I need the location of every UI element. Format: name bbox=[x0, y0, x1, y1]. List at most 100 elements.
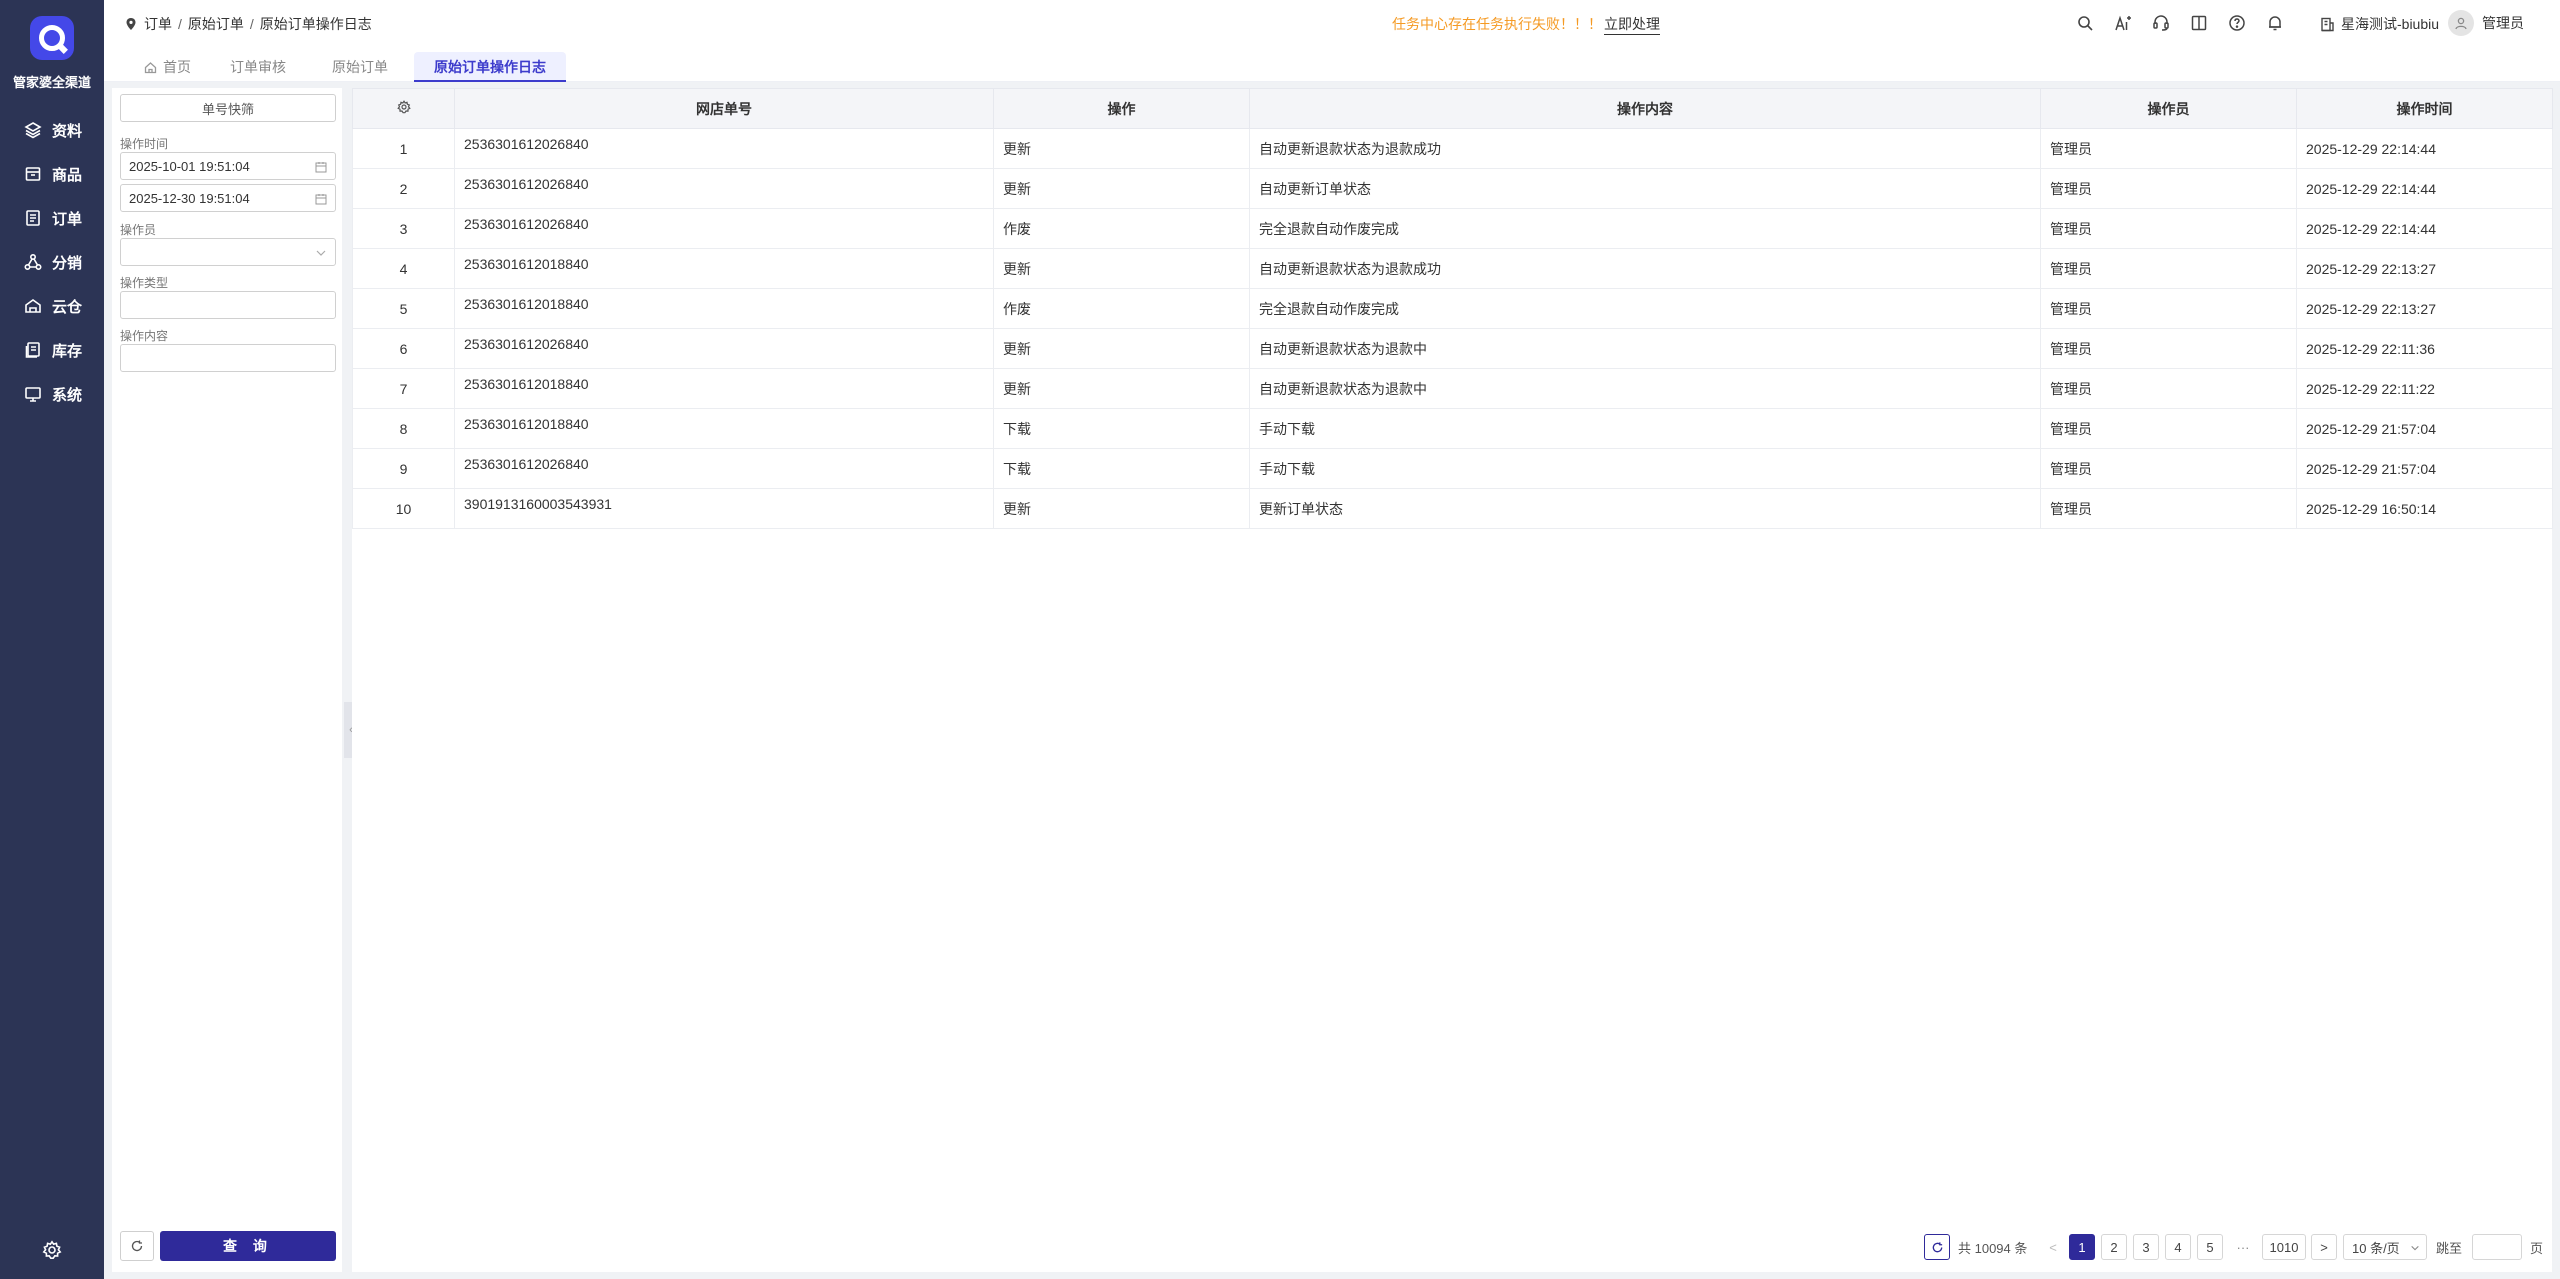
order-number-cell: 2536301612018840 bbox=[454, 248, 994, 289]
tab-raw-orders[interactable]: 原始订单 bbox=[312, 52, 408, 82]
page-button[interactable]: 5 bbox=[2197, 1234, 2223, 1260]
calendar-icon bbox=[315, 194, 327, 205]
operator-cell: 管理员 bbox=[2040, 248, 2297, 289]
nav-item-fenxiao[interactable]: 分销 bbox=[24, 250, 82, 274]
nav-item-ziliao[interactable]: 资料 bbox=[24, 118, 82, 142]
shop-name: 星海测试-biubiu bbox=[2341, 16, 2440, 32]
operator-cell: 管理员 bbox=[2040, 288, 2297, 329]
shop-switcher[interactable]: 星海测试-biubiu bbox=[2320, 14, 2439, 34]
jump-page-input[interactable] bbox=[2472, 1234, 2522, 1260]
main-nav: 管家婆全渠道 资料 商品 订单 分销 云仓 库存 系统 bbox=[0, 0, 104, 1279]
table-row[interactable]: 2 2536301612026840 更新 自动更新订单状态 管理员 2025-… bbox=[352, 168, 2553, 209]
table-row[interactable]: 7 2536301612018840 更新 自动更新退款状态为退款中 管理员 2… bbox=[352, 368, 2553, 409]
order-number-cell: 2536301612026840 bbox=[454, 128, 994, 169]
cloud-warehouse-icon bbox=[25, 299, 41, 313]
page-button[interactable]: 2 bbox=[2101, 1234, 2127, 1260]
column-settings-header[interactable] bbox=[352, 88, 455, 129]
column-header[interactable]: 操作员 bbox=[2040, 88, 2297, 129]
bell-icon[interactable] bbox=[2266, 14, 2284, 32]
calendar-icon bbox=[315, 162, 327, 173]
page-size-value: 10 条/页 bbox=[2352, 1240, 2400, 1256]
tab-home[interactable]: 首页 bbox=[124, 52, 211, 82]
column-header[interactable]: 操作 bbox=[993, 88, 1250, 129]
chevron-down-icon bbox=[316, 250, 326, 256]
page-button[interactable]: 4 bbox=[2165, 1234, 2191, 1260]
operator-cell: 管理员 bbox=[2040, 488, 2297, 529]
reset-button[interactable] bbox=[120, 1231, 154, 1261]
operation-type-input[interactable] bbox=[120, 291, 336, 319]
page-ellipsis[interactable]: ··· bbox=[2230, 1234, 2256, 1260]
operator-label: 操作员 bbox=[120, 223, 157, 237]
refresh-list-button[interactable] bbox=[1924, 1234, 1950, 1260]
order-number-cell: 2536301612018840 bbox=[454, 368, 994, 409]
monitor-icon bbox=[25, 387, 41, 402]
user-menu[interactable]: 管理员 bbox=[2448, 10, 2524, 36]
tab-label: 订单审核 bbox=[230, 59, 286, 75]
quick-filter-button[interactable]: 单号快筛 bbox=[120, 94, 336, 122]
operation-content-input[interactable] bbox=[120, 344, 336, 372]
task-failure-alert: 任务中心存在任务执行失败！！！ bbox=[1392, 16, 1602, 32]
nav-item-xitong[interactable]: 系统 bbox=[24, 382, 82, 406]
ai-icon[interactable] bbox=[2114, 14, 2132, 32]
log-table-panel: 网店单号 操作 操作内容 操作员 操作时间 1 2536301612026840… bbox=[352, 88, 2553, 1272]
app-logo[interactable] bbox=[30, 16, 74, 60]
time-end-value: 2025-12-30 19:51:04 bbox=[129, 190, 250, 206]
book-icon[interactable] bbox=[2190, 14, 2208, 32]
prev-page-button[interactable]: < bbox=[2040, 1234, 2066, 1260]
operator-select[interactable] bbox=[120, 238, 336, 266]
time-start-input[interactable]: 2025-10-01 19:51:04 bbox=[120, 152, 336, 180]
next-page-button[interactable]: > bbox=[2311, 1234, 2337, 1260]
operation-time-cell: 2025-12-29 22:14:44 bbox=[2296, 168, 2553, 209]
operation-content-cell: 更新订单状态 bbox=[1249, 488, 2041, 529]
nav-item-yuncang[interactable]: 云仓 bbox=[24, 294, 82, 318]
row-index: 1 bbox=[352, 128, 455, 169]
time-end-input[interactable]: 2025-12-30 19:51:04 bbox=[120, 184, 336, 212]
page-size-select[interactable]: 10 条/页 bbox=[2343, 1234, 2427, 1260]
search-icon[interactable] bbox=[2076, 14, 2094, 32]
order-icon bbox=[26, 210, 40, 226]
top-bar: 订单 / 原始订单 / 原始订单操作日志 任务中心存在任务执行失败！！！ 立即处… bbox=[104, 0, 2560, 48]
chevron-down-icon bbox=[2411, 1245, 2419, 1251]
row-index: 8 bbox=[352, 408, 455, 449]
table-row[interactable]: 1 2536301612026840 更新 自动更新退款状态为退款成功 管理员 … bbox=[352, 128, 2553, 169]
operator-cell: 管理员 bbox=[2040, 408, 2297, 449]
table-row[interactable]: 9 2536301612026840 下载 手动下载 管理员 2025-12-2… bbox=[352, 448, 2553, 489]
query-button[interactable]: 查 询 bbox=[160, 1231, 336, 1261]
breadcrumb-item[interactable]: 订单 bbox=[144, 14, 172, 34]
package-icon bbox=[25, 167, 41, 181]
settings-gear-icon[interactable] bbox=[42, 1240, 62, 1260]
refresh-icon bbox=[131, 1240, 143, 1252]
headset-icon[interactable] bbox=[2152, 14, 2170, 32]
row-index: 9 bbox=[352, 448, 455, 489]
nav-item-dingdan[interactable]: 订单 bbox=[24, 206, 82, 230]
operation-content-cell: 自动更新退款状态为退款成功 bbox=[1249, 248, 2041, 289]
page-button[interactable]: 3 bbox=[2133, 1234, 2159, 1260]
filter-panel: 单号快筛 操作时间 2025-10-01 19:51:04 2025-12-30… bbox=[112, 88, 342, 1272]
help-icon[interactable] bbox=[2228, 14, 2246, 32]
table-row[interactable]: 10 3901913160003543931 更新 更新订单状态 管理员 202… bbox=[352, 488, 2553, 529]
breadcrumb-item[interactable]: 原始订单 bbox=[188, 14, 244, 34]
table-row[interactable]: 6 2536301612026840 更新 自动更新退款状态为退款中 管理员 2… bbox=[352, 328, 2553, 369]
nav-item-kucun[interactable]: 库存 bbox=[24, 338, 82, 362]
operation-cell: 作废 bbox=[993, 208, 1250, 249]
column-header[interactable]: 操作内容 bbox=[1249, 88, 2041, 129]
operation-cell: 更新 bbox=[993, 168, 1250, 209]
operator-cell: 管理员 bbox=[2040, 368, 2297, 409]
operation-cell: 更新 bbox=[993, 488, 1250, 529]
nav-item-shangpin[interactable]: 商品 bbox=[24, 162, 82, 186]
row-index: 2 bbox=[352, 168, 455, 209]
operation-content-cell: 自动更新退款状态为退款中 bbox=[1249, 368, 2041, 409]
column-header[interactable]: 网店单号 bbox=[454, 88, 994, 129]
table-row[interactable]: 5 2536301612018840 作废 完全退款自动作废完成 管理员 202… bbox=[352, 288, 2553, 329]
last-page-button[interactable]: 1010 bbox=[2262, 1234, 2306, 1260]
tab-raw-order-log[interactable]: 原始订单操作日志 bbox=[414, 52, 566, 82]
row-index: 4 bbox=[352, 248, 455, 289]
table-row[interactable]: 4 2536301612018840 更新 自动更新退款状态为退款成功 管理员 … bbox=[352, 248, 2553, 289]
table-row[interactable]: 3 2536301612026840 作废 完全退款自动作废完成 管理员 202… bbox=[352, 208, 2553, 249]
column-header[interactable]: 操作时间 bbox=[2296, 88, 2553, 129]
page-button[interactable]: 1 bbox=[2069, 1234, 2095, 1260]
tab-order-review[interactable]: 订单审核 bbox=[210, 52, 306, 82]
table-row[interactable]: 8 2536301612018840 下载 手动下载 管理员 2025-12-2… bbox=[352, 408, 2553, 449]
tab-label: 首页 bbox=[163, 59, 191, 75]
handle-now-link[interactable]: 立即处理 bbox=[1604, 14, 1660, 35]
